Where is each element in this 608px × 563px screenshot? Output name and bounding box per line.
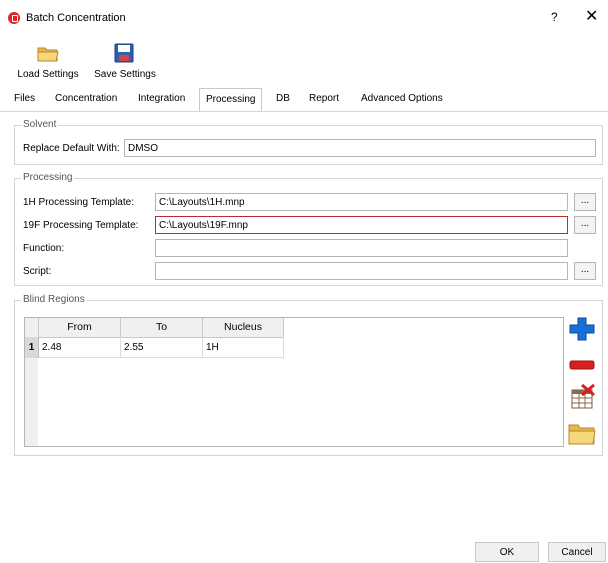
save-settings-button[interactable]: Save Settings [90,42,160,82]
tab-bar: Files Concentration Integration Processi… [0,88,608,112]
tab-files[interactable]: Files [8,88,41,110]
floppy-disk-icon [114,43,134,63]
script-browse-button[interactable]: ... [574,262,596,280]
tab-report[interactable]: Report [303,88,345,110]
blind-regions-group-title: Blind Regions [21,294,87,305]
tab-concentration[interactable]: Concentration [49,88,123,110]
tab-integration[interactable]: Integration [132,88,191,110]
close-button[interactable]: ✕ [585,6,598,26]
19f-template-input[interactable]: C:\Layouts\19F.mnp [155,216,568,234]
app-icon [8,12,20,24]
function-label: Function: [23,243,65,254]
cancel-button[interactable]: Cancel [548,542,606,562]
delete-table-icon [571,383,595,409]
replace-default-input[interactable]: DMSO [124,139,596,157]
ok-button[interactable]: OK [475,542,539,562]
row-header-strip [25,358,38,446]
remove-region-button[interactable] [568,352,596,378]
row-header[interactable]: 1 [25,337,39,358]
replace-default-label: Replace Default With: [23,143,120,154]
title-bar: Batch Concentration ? ✕ [0,0,608,38]
load-settings-label: Load Settings [17,69,79,80]
1h-template-label: 1H Processing Template: [23,197,134,208]
column-header-nucleus[interactable]: Nucleus [203,318,284,338]
plus-icon [569,317,595,341]
help-button[interactable]: ? [551,10,558,24]
window-title: Batch Concentration [26,12,126,24]
solvent-group-title: Solvent [21,119,59,130]
cell-from[interactable]: 2.48 [39,337,121,358]
19f-template-browse-button[interactable]: ... [574,216,596,234]
1h-template-browse-button[interactable]: ... [574,193,596,211]
open-regions-button[interactable] [568,420,596,446]
clear-table-button[interactable] [568,383,596,410]
column-header-from[interactable]: From [39,318,121,338]
folder-icon [568,424,596,445]
processing-group-title: Processing [21,172,75,183]
table-corner [25,318,39,338]
save-settings-label: Save Settings [94,69,156,80]
cell-nucleus[interactable]: 1H [203,337,284,358]
column-header-to[interactable]: To [121,318,203,338]
blind-regions-table[interactable]: From To Nucleus 1 2.48 2.55 1H [24,317,564,447]
tab-advanced-options[interactable]: Advanced Options [355,88,449,110]
add-region-button[interactable] [568,316,596,342]
19f-template-label: 19F Processing Template: [23,220,139,231]
1h-template-input[interactable]: C:\Layouts\1H.mnp [155,193,568,211]
tab-processing[interactable]: Processing [199,88,263,111]
minus-icon [569,360,595,370]
tab-divider [0,111,608,112]
folder-icon [37,47,59,62]
cell-to[interactable]: 2.55 [121,337,203,358]
script-input[interactable] [155,262,568,280]
function-input[interactable] [155,239,568,257]
script-label: Script: [23,266,52,277]
load-settings-button[interactable]: Load Settings [13,42,83,82]
tab-db[interactable]: DB [270,88,296,110]
